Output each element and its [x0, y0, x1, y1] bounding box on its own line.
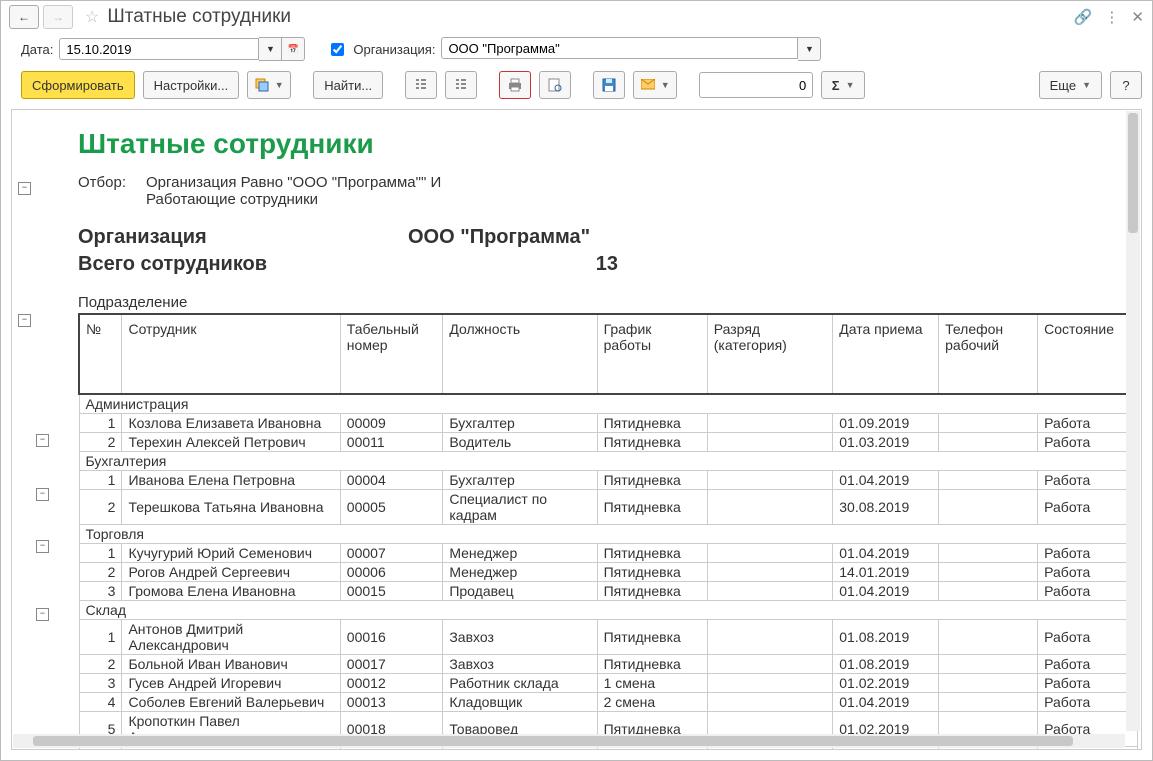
col-tabnum: Табельный номер	[340, 314, 443, 394]
filter-bar: Дата: ▼ 📅 Организация: ▼	[1, 31, 1152, 65]
close-icon[interactable]: ✕	[1131, 8, 1144, 26]
table-group-row[interactable]: Бухгалтерия	[79, 452, 1137, 471]
sum-input[interactable]	[699, 72, 813, 98]
table-group-row[interactable]: Торговля	[79, 525, 1137, 544]
table-row[interactable]: 1Иванова Елена Петровна00004БухгалтерПят…	[79, 471, 1137, 490]
table-row[interactable]: 3Гусев Андрей Игоревич00012Работник скла…	[79, 674, 1137, 693]
calendar-icon[interactable]: 📅	[282, 37, 305, 61]
org-summary-value: ООО "Программа"	[408, 226, 590, 249]
window: ← → ☆ Штатные сотрудники 🔗 ⋮ ✕ Дата: ▼ 📅…	[0, 0, 1153, 761]
col-hiredate: Дата приема	[833, 314, 939, 394]
col-employee: Сотрудник	[122, 314, 340, 394]
org-input[interactable]	[441, 37, 798, 59]
date-label: Дата:	[21, 42, 53, 57]
col-rank: Разряд (категория)	[707, 314, 832, 394]
expand-groups-button[interactable]	[405, 71, 437, 99]
table-group-row[interactable]: Администрация	[79, 394, 1137, 414]
org-label: Организация:	[353, 42, 435, 57]
date-input[interactable]	[59, 38, 259, 60]
collapse-groups-button[interactable]	[445, 71, 477, 99]
kebab-icon[interactable]: ⋮	[1104, 8, 1119, 26]
table-group-row[interactable]: Склад	[79, 601, 1137, 620]
sum-button[interactable]: Σ▼	[821, 71, 865, 99]
scrollbar-horizontal[interactable]	[13, 734, 1125, 748]
col-schedule: График работы	[597, 314, 707, 394]
scrollbar-vertical[interactable]	[1126, 111, 1140, 731]
toggle-group-3[interactable]: −	[36, 540, 49, 553]
org-dropdown-button[interactable]: ▼	[798, 37, 821, 61]
find-button[interactable]: Найти...	[313, 71, 383, 99]
col-position: Должность	[443, 314, 597, 394]
table-row[interactable]: 2Больной Иван Иванович00017ЗавхозПятидне…	[79, 655, 1137, 674]
save-button[interactable]	[593, 71, 625, 99]
col-num: №	[79, 314, 122, 394]
table-row[interactable]: 4Соболев Евгений Валерьевич00013Кладовщи…	[79, 693, 1137, 712]
org-checkbox[interactable]	[331, 43, 344, 56]
toggle-root[interactable]: −	[18, 182, 31, 195]
section-header: Подразделение	[78, 294, 1131, 311]
date-dropdown-button[interactable]: ▼	[259, 37, 282, 61]
generate-button[interactable]: Сформировать	[21, 71, 135, 99]
table-row[interactable]: 3Громова Елена Ивановна00015ПродавецПяти…	[79, 582, 1137, 601]
table-row[interactable]: 1Козлова Елизавета Ивановна00009Бухгалте…	[79, 414, 1137, 433]
report-area: − − − − − − Штатные сотрудники Отбор: Ор…	[11, 109, 1142, 750]
table-row[interactable]: 2Рогов Андрей Сергеевич00006МенеджерПяти…	[79, 563, 1137, 582]
preview-button[interactable]	[539, 71, 571, 99]
table-row[interactable]: 1Кучугурий Юрий Семенович00007МенеджерПя…	[79, 544, 1137, 563]
print-button[interactable]	[499, 71, 531, 99]
variants-button[interactable]: ▼	[247, 71, 291, 99]
toggle-group-2[interactable]: −	[36, 488, 49, 501]
toolbar: Сформировать Настройки... ▼ Найти... ▼ Σ…	[1, 65, 1152, 109]
filter-label: Отбор:	[78, 174, 126, 208]
nav-back-button[interactable]: ←	[9, 5, 39, 29]
favorite-icon[interactable]: ☆	[85, 7, 99, 27]
settings-button[interactable]: Настройки...	[143, 71, 240, 99]
toggle-section[interactable]: −	[18, 314, 31, 327]
tree-gutter: − − − − − −	[12, 110, 68, 749]
table-row[interactable]: 2Терехин Алексей Петрович00011ВодительПя…	[79, 433, 1137, 452]
toggle-group-4[interactable]: −	[36, 608, 49, 621]
more-button[interactable]: Еще▼	[1039, 71, 1102, 99]
nav-forward-button[interactable]: →	[43, 5, 73, 29]
help-button[interactable]: ?	[1110, 71, 1142, 99]
titlebar: ← → ☆ Штатные сотрудники 🔗 ⋮ ✕	[1, 1, 1152, 31]
total-label: Всего сотрудников	[78, 253, 328, 276]
employees-table: № Сотрудник Табельный номер Должность Гр…	[78, 313, 1138, 750]
col-state: Состояние	[1038, 314, 1137, 394]
table-row[interactable]: 2Терешкова Татьяна Ивановна00005Специали…	[79, 490, 1137, 525]
org-summary-label: Организация	[78, 226, 328, 249]
toggle-group-1[interactable]: −	[36, 434, 49, 447]
total-value: 13	[408, 253, 618, 276]
link-icon[interactable]: 🔗	[1074, 8, 1093, 26]
page-title: Штатные сотрудники	[107, 6, 291, 28]
report-title: Штатные сотрудники	[78, 128, 1131, 160]
email-button[interactable]: ▼	[633, 71, 677, 99]
col-phone: Телефон рабочий	[939, 314, 1038, 394]
table-row[interactable]: 1Антонов Дмитрий Александрович00016Завхо…	[79, 620, 1137, 655]
filter-lines: Организация Равно "ООО "Программа"" И Ра…	[146, 174, 441, 208]
table-header-row: № Сотрудник Табельный номер Должность Гр…	[79, 314, 1137, 394]
